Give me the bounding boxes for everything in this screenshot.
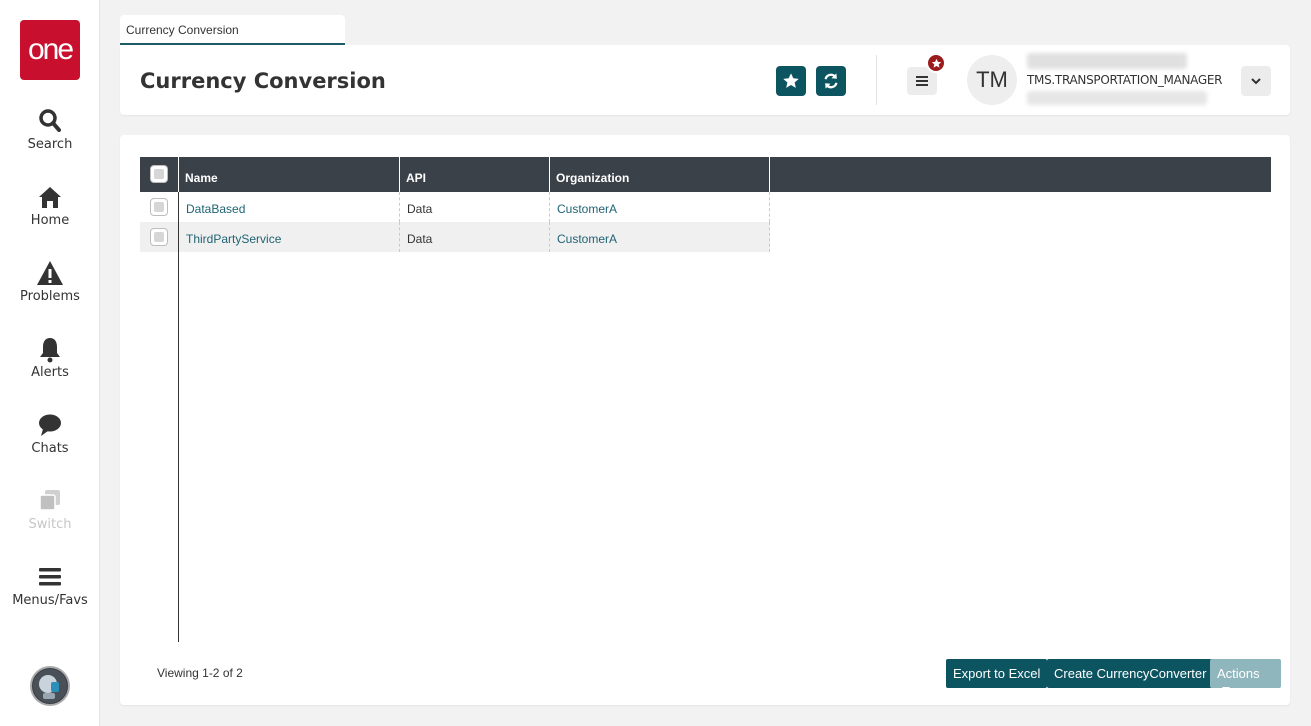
tab-label: Currency Conversion bbox=[126, 23, 239, 37]
user-menu-dropdown[interactable] bbox=[1241, 66, 1271, 96]
favorite-button[interactable] bbox=[776, 66, 806, 96]
export-to-excel-button[interactable]: Export to Excel bbox=[946, 659, 1048, 688]
row-api-value: Data bbox=[407, 202, 433, 216]
row-name-link[interactable]: ThirdPartyService bbox=[186, 232, 281, 246]
grid-frozen-column-divider bbox=[178, 192, 179, 642]
chat-bubble-icon bbox=[39, 414, 61, 436]
header-divider bbox=[876, 55, 877, 105]
actions-label: Actions bbox=[1217, 666, 1260, 681]
export-label: Export to Excel bbox=[953, 666, 1041, 681]
nav-menus-favs[interactable]: Menus/Favs bbox=[0, 563, 100, 608]
switch-icon bbox=[39, 490, 60, 511]
nav-switch[interactable]: Switch bbox=[0, 487, 100, 532]
nav-menus-favs-label: Menus/Favs bbox=[12, 593, 88, 608]
chevron-down-icon bbox=[1251, 78, 1261, 85]
page-header: Currency Conversion TM TMS.TRANSPORTATIO… bbox=[120, 45, 1290, 115]
redacted-user-info bbox=[1027, 53, 1187, 69]
nav-problems-label: Problems bbox=[20, 289, 80, 304]
table-row[interactable]: DataBased Data CustomerA bbox=[140, 192, 770, 222]
row-checkbox[interactable] bbox=[150, 198, 168, 216]
create-currency-converter-button[interactable]: Create CurrencyConverter bbox=[1047, 659, 1214, 688]
column-header-name[interactable]: Name bbox=[179, 157, 400, 192]
results-panel: Name API Organization DataBased Data Cus… bbox=[120, 135, 1290, 705]
nav-chats[interactable]: Chats bbox=[0, 411, 100, 456]
row-organization-link[interactable]: CustomerA bbox=[557, 202, 617, 216]
table-row[interactable]: ThirdPartyService Data CustomerA bbox=[140, 222, 770, 252]
cell-organization: CustomerA bbox=[550, 192, 770, 222]
left-nav: one Search Home Problems Alerts Chats Sw… bbox=[0, 0, 100, 726]
actions-dropdown-button[interactable]: Actions bbox=[1210, 659, 1281, 692]
list-icon bbox=[916, 76, 928, 86]
tab-currency-conversion[interactable]: Currency Conversion bbox=[120, 15, 345, 45]
user-avatar[interactable]: TM bbox=[967, 55, 1017, 105]
grid-header: Name API Organization bbox=[140, 157, 1271, 192]
nav-search[interactable]: Search bbox=[0, 107, 100, 152]
caret-down-icon bbox=[1222, 686, 1230, 692]
row-checkbox[interactable] bbox=[150, 228, 168, 246]
logo-text: one bbox=[27, 33, 74, 66]
nav-problems[interactable]: Problems bbox=[0, 259, 100, 304]
robot-head-icon bbox=[33, 669, 67, 703]
hamburger-icon bbox=[39, 568, 61, 586]
user-initials: TM bbox=[976, 67, 1008, 92]
star-badge-icon bbox=[931, 58, 941, 68]
search-icon bbox=[39, 109, 61, 132]
redacted-user-role bbox=[1027, 91, 1207, 105]
warning-icon bbox=[37, 261, 63, 285]
assistant-avatar[interactable] bbox=[30, 666, 70, 706]
row-name-link[interactable]: DataBased bbox=[186, 202, 245, 216]
viewing-count: Viewing 1-2 of 2 bbox=[157, 666, 243, 680]
nav-chats-label: Chats bbox=[31, 441, 69, 456]
column-header-organization[interactable]: Organization bbox=[550, 157, 770, 192]
home-icon bbox=[39, 187, 61, 208]
cell-name: ThirdPartyService bbox=[179, 222, 400, 252]
create-label: Create CurrencyConverter bbox=[1054, 666, 1207, 681]
row-organization-link[interactable]: CustomerA bbox=[557, 232, 617, 246]
refresh-button[interactable] bbox=[816, 66, 846, 96]
cell-api: Data bbox=[400, 222, 550, 252]
refresh-icon bbox=[824, 73, 838, 89]
bell-icon bbox=[40, 338, 60, 363]
cell-organization: CustomerA bbox=[550, 222, 770, 252]
nav-switch-label: Switch bbox=[28, 517, 72, 532]
one-logo[interactable]: one bbox=[20, 20, 80, 80]
nav-search-label: Search bbox=[27, 137, 73, 152]
cell-name: DataBased bbox=[179, 192, 400, 222]
page-title: Currency Conversion bbox=[140, 69, 386, 93]
nav-alerts[interactable]: Alerts bbox=[0, 335, 100, 380]
header-checkbox-cell bbox=[140, 157, 179, 192]
nav-home[interactable]: Home bbox=[0, 183, 100, 228]
nav-home-label: Home bbox=[30, 213, 70, 228]
username: TMS.TRANSPORTATION_MANAGER bbox=[1027, 73, 1223, 87]
star-icon bbox=[783, 73, 799, 88]
nav-alerts-label: Alerts bbox=[31, 365, 69, 380]
cell-api: Data bbox=[400, 192, 550, 222]
favorites-badge bbox=[926, 53, 946, 73]
column-header-api[interactable]: API bbox=[400, 157, 550, 192]
row-api-value: Data bbox=[407, 232, 433, 246]
